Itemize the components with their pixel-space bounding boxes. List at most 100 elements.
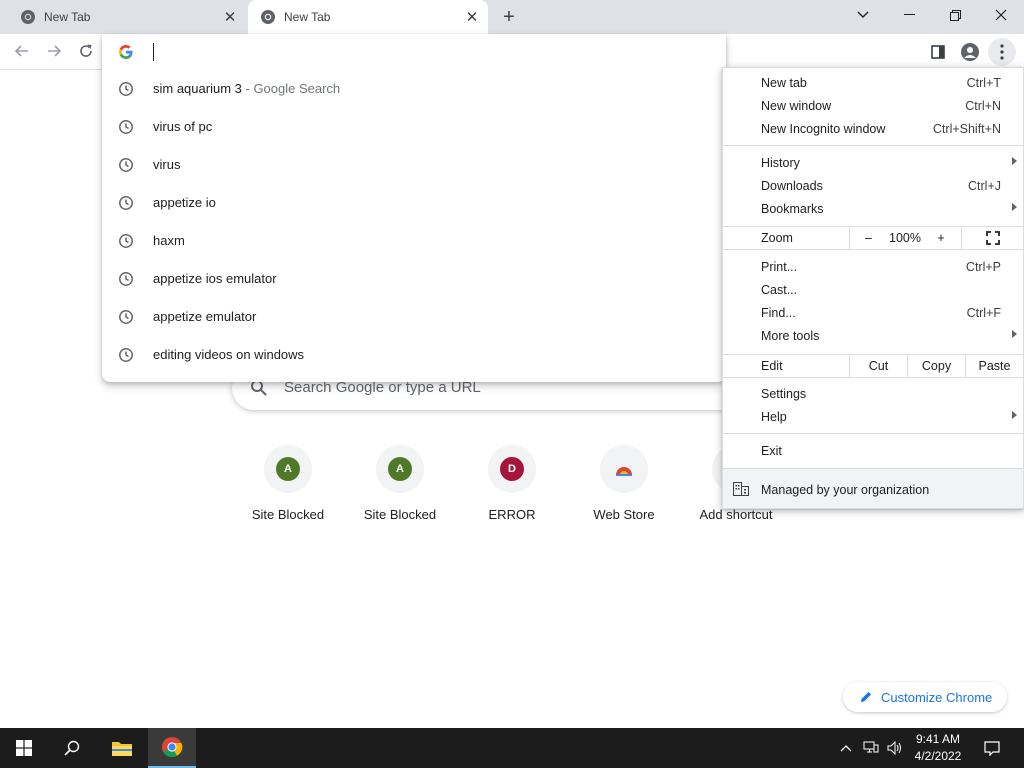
menu-item-label: More tools — [761, 329, 820, 343]
shortcut-label: Site Blocked — [251, 507, 325, 522]
suggestion-item[interactable]: editing videos on windows — [102, 336, 726, 374]
new-tab-plus-icon[interactable]: + — [497, 5, 521, 29]
menu-item-find[interactable]: Find... Ctrl+F — [723, 302, 1023, 325]
menu-item-shortcut: Ctrl+N — [965, 99, 1001, 113]
close-tab-icon[interactable]: ✕ — [462, 7, 482, 27]
menu-item-shortcut: Ctrl+F — [966, 306, 1001, 320]
shortcut-letter: A — [276, 457, 300, 481]
history-clock-icon — [119, 82, 133, 96]
paste-button[interactable]: Paste — [965, 355, 1023, 377]
menu-item-print[interactable]: Print... Ctrl+P — [723, 256, 1023, 279]
shortcut-tile-site-blocked-1[interactable]: A Site Blocked — [232, 440, 344, 536]
reload-icon[interactable] — [72, 37, 100, 65]
side-panel-icon[interactable] — [924, 38, 952, 66]
show-hidden-icons-chevron-icon[interactable] — [836, 728, 856, 768]
minimize-icon[interactable] — [886, 0, 932, 30]
web-store-icon — [616, 467, 632, 476]
copy-button[interactable]: Copy — [907, 355, 965, 377]
shortcut-icon-circle: A — [264, 445, 312, 493]
menu-item-more-tools[interactable]: More tools — [723, 325, 1023, 348]
close-tab-icon[interactable]: ✕ — [220, 7, 240, 27]
menu-item-shortcut: Ctrl+J — [968, 179, 1001, 193]
suggestion-text: appetize ios emulator — [153, 271, 277, 286]
file-explorer-icon[interactable] — [98, 728, 146, 768]
chrome-window: New Tab ✕ New Tab ✕ + Search Google or t… — [0, 0, 1024, 768]
taskbar-clock-date[interactable]: 4/2/2022 — [908, 749, 968, 763]
menu-item-shortcut: Ctrl+T — [966, 76, 1001, 90]
tab-new-tab-1[interactable]: New Tab ✕ — [8, 0, 246, 34]
notifications-icon[interactable] — [978, 728, 1006, 768]
menu-divider — [723, 145, 1023, 146]
tab-title: New Tab — [44, 10, 91, 24]
windows-start-icon[interactable] — [0, 728, 48, 768]
tab-search-chevron-icon[interactable] — [840, 0, 886, 30]
shortcut-label: Web Store — [593, 507, 655, 522]
fullscreen-button[interactable] — [961, 227, 1023, 249]
menu-item-settings[interactable]: Settings — [723, 383, 1023, 406]
omnibox-dropdown: sim aquarium 3 - Google Search virus of … — [102, 34, 726, 382]
volume-icon[interactable] — [884, 728, 906, 768]
restore-icon[interactable] — [932, 0, 978, 30]
shortcut-tile-web-store[interactable]: Web Store — [568, 440, 680, 536]
close-window-icon[interactable] — [978, 0, 1024, 30]
customize-chrome-button[interactable]: Customize Chrome — [843, 682, 1007, 712]
menu-item-new-incognito-window[interactable]: New Incognito window Ctrl+Shift+N — [723, 118, 1023, 141]
tab-new-tab-2[interactable]: New Tab ✕ — [248, 0, 488, 34]
menu-item-new-tab[interactable]: New tab Ctrl+T — [723, 72, 1023, 95]
suggestion-item[interactable]: haxm — [102, 222, 726, 260]
suggestion-text: virus of pc — [153, 119, 213, 134]
fullscreen-icon — [985, 231, 1000, 245]
shortcut-label: Site Blocked — [363, 507, 437, 522]
kebab-menu-icon[interactable] — [988, 38, 1016, 66]
menu-item-label: Find... — [761, 306, 796, 320]
suggestion-text: appetize emulator — [153, 309, 257, 324]
shortcut-tile-error[interactable]: D ERROR — [456, 440, 568, 536]
suggestion-text: haxm — [153, 233, 185, 248]
shortcut-icon-circle: A — [376, 445, 424, 493]
menu-item-help[interactable]: Help — [723, 406, 1023, 429]
suggestion-text: sim aquarium 3 — [153, 81, 242, 96]
chrome-icon — [261, 10, 275, 24]
edit-label: Edit — [761, 359, 783, 373]
history-clock-icon — [119, 272, 133, 286]
shortcut-icon-circle — [600, 445, 648, 493]
menu-item-exit[interactable]: Exit — [723, 440, 1023, 463]
suggestion-item[interactable]: appetize io — [102, 184, 726, 222]
menu-item-new-window[interactable]: New window Ctrl+N — [723, 95, 1023, 118]
menu-item-label: Help — [761, 410, 787, 424]
profile-avatar-icon[interactable] — [956, 38, 984, 66]
windows-taskbar: 9:41 AM 4/2/2022 — [0, 728, 1024, 768]
omnibox-input[interactable] — [102, 34, 726, 70]
menu-item-shortcut: Ctrl+Shift+N — [932, 122, 1001, 136]
suggestion-item[interactable]: appetize emulator — [102, 298, 726, 336]
managed-label: Managed by your organization — [761, 483, 930, 497]
chrome-taskbar-icon[interactable] — [148, 728, 196, 768]
menu-item-downloads[interactable]: Downloads Ctrl+J — [723, 175, 1023, 198]
taskbar-search-icon[interactable] — [48, 728, 96, 768]
shortcut-letter: A — [388, 457, 412, 481]
forward-arrow-icon[interactable] — [40, 37, 68, 65]
suggestion-item[interactable]: sim aquarium 3 - Google Search — [102, 70, 726, 108]
menu-divider — [723, 433, 1023, 434]
suggestion-item[interactable]: appetize ios emulator — [102, 260, 726, 298]
menu-item-label: New Incognito window — [761, 122, 886, 136]
submenu-arrow-icon — [1012, 157, 1017, 165]
back-arrow-icon[interactable] — [8, 37, 36, 65]
cut-button[interactable]: Cut — [849, 355, 907, 377]
suggestion-item[interactable]: virus — [102, 146, 726, 184]
menu-item-managed-by-organization[interactable]: Managed by your organization — [723, 468, 1023, 508]
menu-item-shortcut: Ctrl+P — [965, 260, 1001, 274]
tab-strip: New Tab ✕ New Tab ✕ + — [0, 0, 1024, 34]
zoom-in-button[interactable]: + — [923, 227, 959, 249]
menu-item-history[interactable]: History — [723, 152, 1023, 175]
shortcut-tile-site-blocked-2[interactable]: A Site Blocked — [344, 440, 456, 536]
menu-item-bookmarks[interactable]: Bookmarks — [723, 198, 1023, 221]
shortcut-icon-circle: D — [488, 445, 536, 493]
zoom-out-button[interactable]: – — [849, 227, 887, 249]
network-icon[interactable] — [860, 728, 882, 768]
taskbar-clock-time[interactable]: 9:41 AM — [908, 732, 968, 746]
menu-item-label: Downloads — [761, 179, 823, 193]
menu-item-label: Exit — [761, 444, 782, 458]
suggestion-item[interactable]: virus of pc — [102, 108, 726, 146]
menu-item-cast[interactable]: Cast... — [723, 279, 1023, 302]
